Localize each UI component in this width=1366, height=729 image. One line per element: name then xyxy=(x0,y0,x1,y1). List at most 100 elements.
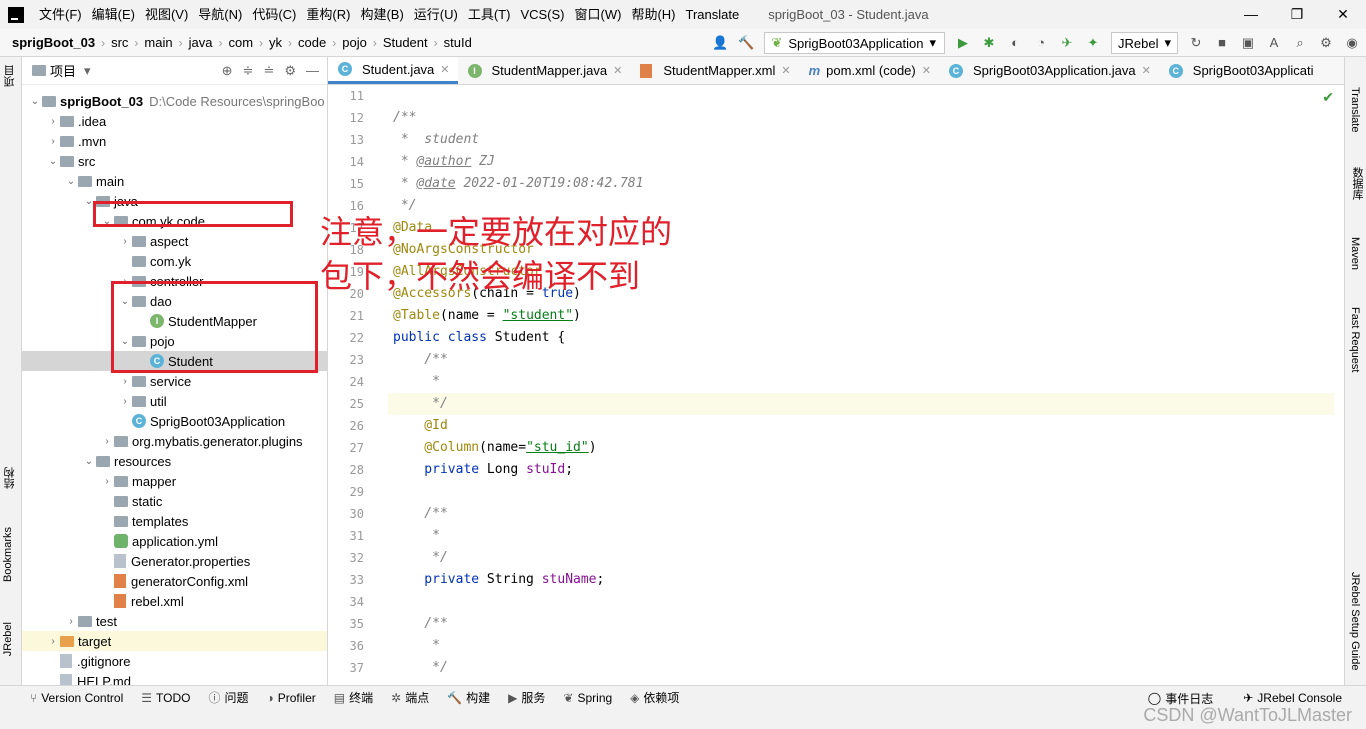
tree-item[interactable]: › org.mybatis.generator.plugins xyxy=(22,431,327,451)
tree-item[interactable]: C SprigBoot03Application xyxy=(22,411,327,431)
code-line[interactable]: private Long stuId; xyxy=(388,459,1334,481)
close-button[interactable]: ✕ xyxy=(1320,0,1366,29)
event-log-button[interactable]: ◯ 事件日志 xyxy=(1148,690,1213,707)
locate-icon[interactable]: ⊕ xyxy=(222,63,233,79)
editor-tab[interactable]: C SprigBoot03Application.java ✕ xyxy=(939,57,1159,84)
editor-tab[interactable]: C Student.java ✕ xyxy=(328,57,458,84)
chevron-right-icon[interactable]: › xyxy=(64,616,78,627)
menu-item[interactable]: 视图(V) xyxy=(140,0,193,29)
code-line[interactable]: * @author ZJ xyxy=(388,151,1334,173)
chevron-down-icon[interactable]: ⌄ xyxy=(28,96,42,107)
code-line[interactable]: */ xyxy=(388,547,1334,569)
menu-item[interactable]: 文件(F) xyxy=(34,0,87,29)
code-line[interactable]: * xyxy=(388,635,1334,657)
build-hammer-icon[interactable]: 🔨 xyxy=(738,35,754,51)
side-tab-database[interactable]: 数据库 xyxy=(1349,167,1365,200)
menu-item[interactable]: 导航(N) xyxy=(193,0,247,29)
tree-root[interactable]: ⌄ sprigBoot_03 D:\Code Resources\springB… xyxy=(22,91,327,111)
chevron-right-icon[interactable]: › xyxy=(118,376,132,387)
coverage-icon[interactable]: ◐ xyxy=(1007,35,1023,51)
editor-tab[interactable]: StudentMapper.xml ✕ xyxy=(630,57,798,84)
side-tab-maven[interactable]: Maven xyxy=(1349,237,1361,270)
sync-icon[interactable]: ↻ xyxy=(1188,35,1204,51)
tree-item[interactable]: › .mvn xyxy=(22,131,327,151)
menu-item[interactable]: 窗口(W) xyxy=(570,0,627,29)
code-line[interactable]: * @date 2022-01-20T19:08:42.781 xyxy=(388,173,1334,195)
stop-icon[interactable]: ■ xyxy=(1214,35,1230,51)
code-line[interactable]: * student xyxy=(388,129,1334,151)
tree-item[interactable]: › mapper xyxy=(22,471,327,491)
tree-item[interactable]: › aspect xyxy=(22,231,327,251)
side-tab-fast-request[interactable]: Fast Request xyxy=(1349,307,1361,372)
code-line[interactable] xyxy=(388,481,1334,503)
tree-item[interactable]: › target xyxy=(22,631,327,651)
tree-item[interactable]: ⌄ src xyxy=(22,151,327,171)
breadcrumb-item[interactable]: com xyxy=(228,35,253,50)
breadcrumb-item[interactable]: sprigBoot_03 xyxy=(12,35,95,50)
breadcrumb-item[interactable]: java xyxy=(189,35,213,50)
tree-item[interactable]: static xyxy=(22,491,327,511)
side-tab-structure[interactable]: 结构 xyxy=(2,467,18,489)
code-line[interactable]: /** xyxy=(388,503,1334,525)
chevron-right-icon[interactable]: › xyxy=(118,396,132,407)
code-line[interactable]: /** xyxy=(388,349,1334,371)
chevron-right-icon[interactable]: › xyxy=(46,116,60,127)
tree-item[interactable]: ⌄ resources xyxy=(22,451,327,471)
run-icon[interactable]: ▶ xyxy=(955,35,971,51)
code-with-me-icon[interactable]: ◉ xyxy=(1344,35,1360,51)
breadcrumb-item[interactable]: yk xyxy=(269,35,282,50)
side-tab-translate[interactable]: Translate xyxy=(1349,87,1361,132)
chevron-right-icon[interactable]: › xyxy=(46,136,60,147)
bottom-tool-button[interactable]: ⓘ 问题 xyxy=(208,689,248,706)
breadcrumb-item[interactable]: stuId xyxy=(444,35,472,50)
bottom-tool-button[interactable]: ◈ 依赖项 xyxy=(630,689,679,706)
close-icon[interactable]: ✕ xyxy=(922,64,931,77)
tree-item[interactable]: com.yk xyxy=(22,251,327,271)
code-line[interactable]: */💡 xyxy=(388,393,1334,415)
jrebel-select[interactable]: JRebel ▾ xyxy=(1111,32,1178,54)
tree-item[interactable]: Generator.properties xyxy=(22,551,327,571)
chevron-down-icon[interactable]: ⌄ xyxy=(46,156,60,167)
jrebel-run-icon[interactable]: ✈ xyxy=(1059,35,1075,51)
chevron-right-icon[interactable]: › xyxy=(100,476,114,487)
tree-item[interactable]: templates xyxy=(22,511,327,531)
tree-item[interactable]: ⌄ main xyxy=(22,171,327,191)
debug-icon[interactable]: ✱ xyxy=(981,35,997,51)
menu-item[interactable]: 构建(B) xyxy=(355,0,408,29)
chevron-right-icon[interactable]: › xyxy=(100,436,114,447)
tree-item[interactable]: › .idea xyxy=(22,111,327,131)
breadcrumb-item[interactable]: main xyxy=(144,35,172,50)
code-line[interactable]: /** xyxy=(388,107,1334,129)
chevron-down-icon[interactable]: ▾ xyxy=(84,63,91,79)
tree-item[interactable]: rebel.xml xyxy=(22,591,327,611)
close-icon[interactable]: ✕ xyxy=(613,64,622,77)
code-line[interactable]: @Column(name="stu_id") xyxy=(388,437,1334,459)
bottom-tool-button[interactable]: ⑂ Version Control xyxy=(30,689,123,706)
project-structure-icon[interactable]: ▣ xyxy=(1240,35,1256,51)
breadcrumb-item[interactable]: code xyxy=(298,35,326,50)
menu-item[interactable]: 编辑(E) xyxy=(87,0,140,29)
hide-icon[interactable]: — xyxy=(306,63,319,79)
expand-all-icon[interactable]: ≑ xyxy=(243,63,254,79)
chevron-right-icon[interactable]: › xyxy=(46,636,60,647)
bottom-tool-button[interactable]: ✲ 端点 xyxy=(391,689,429,706)
menu-item[interactable]: 工具(T) xyxy=(463,0,516,29)
tree-item[interactable]: › service xyxy=(22,371,327,391)
side-tab-project[interactable]: 项目 xyxy=(2,65,18,87)
code-line[interactable]: * xyxy=(388,371,1334,393)
run-config-select[interactable]: ❦ SprigBoot03Application ▾ xyxy=(764,32,945,54)
menu-item[interactable]: VCS(S) xyxy=(515,0,569,29)
tree-item[interactable]: .gitignore xyxy=(22,651,327,671)
code-line[interactable]: * xyxy=(388,525,1334,547)
menu-item[interactable]: 运行(U) xyxy=(409,0,463,29)
profile-icon[interactable]: ◔ xyxy=(1033,35,1049,51)
close-icon[interactable]: ✕ xyxy=(440,63,449,76)
search-icon[interactable]: ⌕ xyxy=(1292,35,1308,51)
code-line[interactable]: public class Student { xyxy=(388,327,1334,349)
tree-item[interactable]: generatorConfig.xml xyxy=(22,571,327,591)
code-line[interactable] xyxy=(388,591,1334,613)
translate-icon[interactable]: A xyxy=(1266,35,1282,51)
bottom-tool-button[interactable]: 🔨 构建 xyxy=(447,689,490,706)
chevron-down-icon[interactable]: ⌄ xyxy=(64,176,78,187)
menu-item[interactable]: 代码(C) xyxy=(247,0,301,29)
